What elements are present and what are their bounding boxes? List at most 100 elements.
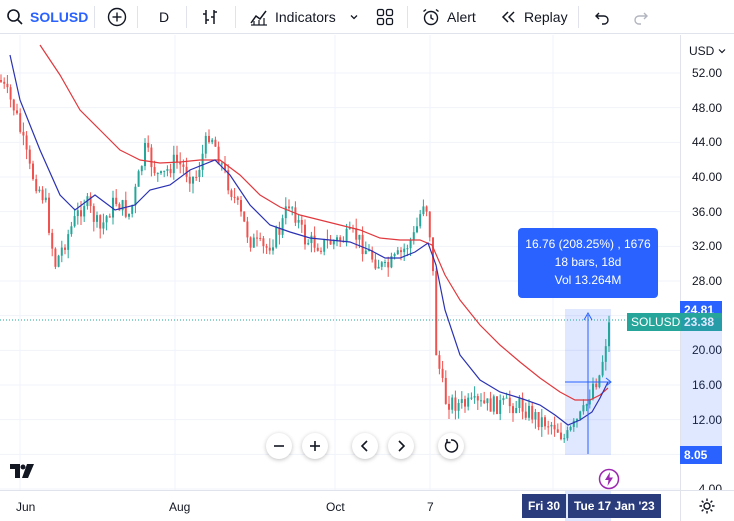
candle-body [604, 346, 607, 362]
candle-body [425, 206, 428, 212]
candle-body [553, 424, 556, 430]
candle-body [272, 247, 274, 251]
candle-body [80, 210, 82, 217]
plus-circle-icon [107, 7, 127, 26]
candle-body [304, 224, 306, 245]
candle-body [364, 250, 367, 255]
candle-body [320, 250, 322, 252]
candle-body [160, 171, 162, 174]
compare-button[interactable] [107, 0, 127, 34]
candle-body [108, 216, 111, 218]
indicators-label: Indicators [275, 8, 336, 25]
candle-body [230, 190, 233, 197]
chart-settings-corner[interactable] [680, 490, 734, 521]
chevron-down-icon [718, 49, 726, 54]
candle-body [492, 396, 495, 412]
candle-body [460, 399, 463, 403]
candle-body [275, 227, 278, 248]
measure-info-box: 16.76 (208.25%) , 1676 18 bars, 18d Vol … [518, 228, 658, 298]
candle-body [547, 426, 550, 428]
candle-body [182, 164, 185, 167]
candle-body [67, 234, 70, 250]
candle-body [409, 240, 412, 249]
replay-button[interactable]: Replay [500, 0, 568, 34]
price-label: 36.00 [691, 204, 722, 219]
candle-body [176, 154, 178, 162]
reset-chart-button[interactable] [438, 433, 464, 459]
candle-body [57, 255, 60, 267]
slow-moving-average-line [39, 44, 609, 401]
candle-body [457, 402, 460, 411]
candle-body [70, 226, 73, 235]
lightning-event-icon[interactable] [598, 468, 620, 490]
candle-body [489, 398, 492, 412]
scroll-right-button[interactable] [388, 433, 414, 459]
symbol-search[interactable]: SOLUSD [6, 0, 88, 34]
alert-button[interactable]: Alert [421, 0, 476, 34]
candle-body [83, 206, 86, 217]
candle-body [128, 213, 130, 217]
candle-body [608, 322, 610, 347]
alert-label: Alert [447, 8, 476, 25]
candle-body [252, 237, 255, 248]
candle-body [486, 398, 489, 404]
zoom-out-button[interactable] [266, 433, 292, 459]
chart-type-button[interactable] [200, 0, 220, 34]
candle-body [105, 216, 108, 223]
symbol-name: SOLUSD [30, 8, 89, 25]
chart-pane[interactable]: 16.76 (208.25%) , 1676 18 bars, 18d Vol … [0, 35, 680, 490]
candle-body [28, 149, 31, 164]
redo-button[interactable] [632, 0, 650, 34]
interval-button[interactable]: D [159, 0, 169, 34]
zoom-in-button[interactable] [302, 433, 328, 459]
candle-body [192, 176, 194, 184]
candle-body [496, 396, 498, 414]
candle-body [188, 176, 191, 184]
candle-body [521, 398, 524, 412]
candle-body [38, 189, 41, 192]
chevron-left-icon [360, 440, 368, 452]
candle-body [544, 417, 546, 427]
candle-body [294, 207, 297, 223]
price-label: 40.00 [691, 170, 722, 184]
candle-body [3, 81, 6, 84]
candle-body [73, 216, 76, 227]
tradingview-logo[interactable] [9, 461, 35, 481]
indicators-icon [250, 10, 267, 26]
candle-body [163, 170, 166, 172]
reset-icon [444, 439, 459, 453]
chevron-right-icon [398, 440, 406, 452]
layout-button[interactable] [375, 0, 395, 34]
candle-body [201, 153, 204, 170]
candle-body [534, 412, 537, 420]
candle-body [124, 200, 127, 217]
candle-body [297, 219, 300, 223]
scroll-left-button[interactable] [352, 433, 378, 459]
candle-body [428, 211, 431, 238]
undo-icon [595, 12, 609, 25]
candle-body [307, 243, 310, 245]
candle-body [12, 99, 15, 111]
minus-icon [274, 445, 284, 447]
candle-body [41, 189, 44, 201]
candle-body [540, 417, 543, 428]
candle-body [22, 131, 25, 136]
candle-body [300, 219, 303, 225]
candle-body [60, 247, 63, 256]
candle-body [102, 222, 105, 229]
chevron-down-icon [350, 14, 358, 19]
candle-body [464, 399, 466, 407]
candle-body [172, 154, 175, 174]
candle-body [483, 400, 486, 404]
candle-body [64, 247, 66, 250]
candle-body [396, 250, 399, 254]
measure-change: 16.76 (208.25%) , 1676 [525, 237, 651, 251]
candle-body [310, 235, 313, 244]
time-label-jun: Jun [16, 500, 36, 514]
undo-button[interactable] [593, 0, 611, 34]
candle-body [262, 238, 265, 247]
candle-body [313, 235, 316, 248]
candle-body [355, 228, 358, 240]
currency-selector[interactable]: USD [689, 44, 727, 58]
indicators-button[interactable]: Indicators [249, 0, 360, 34]
